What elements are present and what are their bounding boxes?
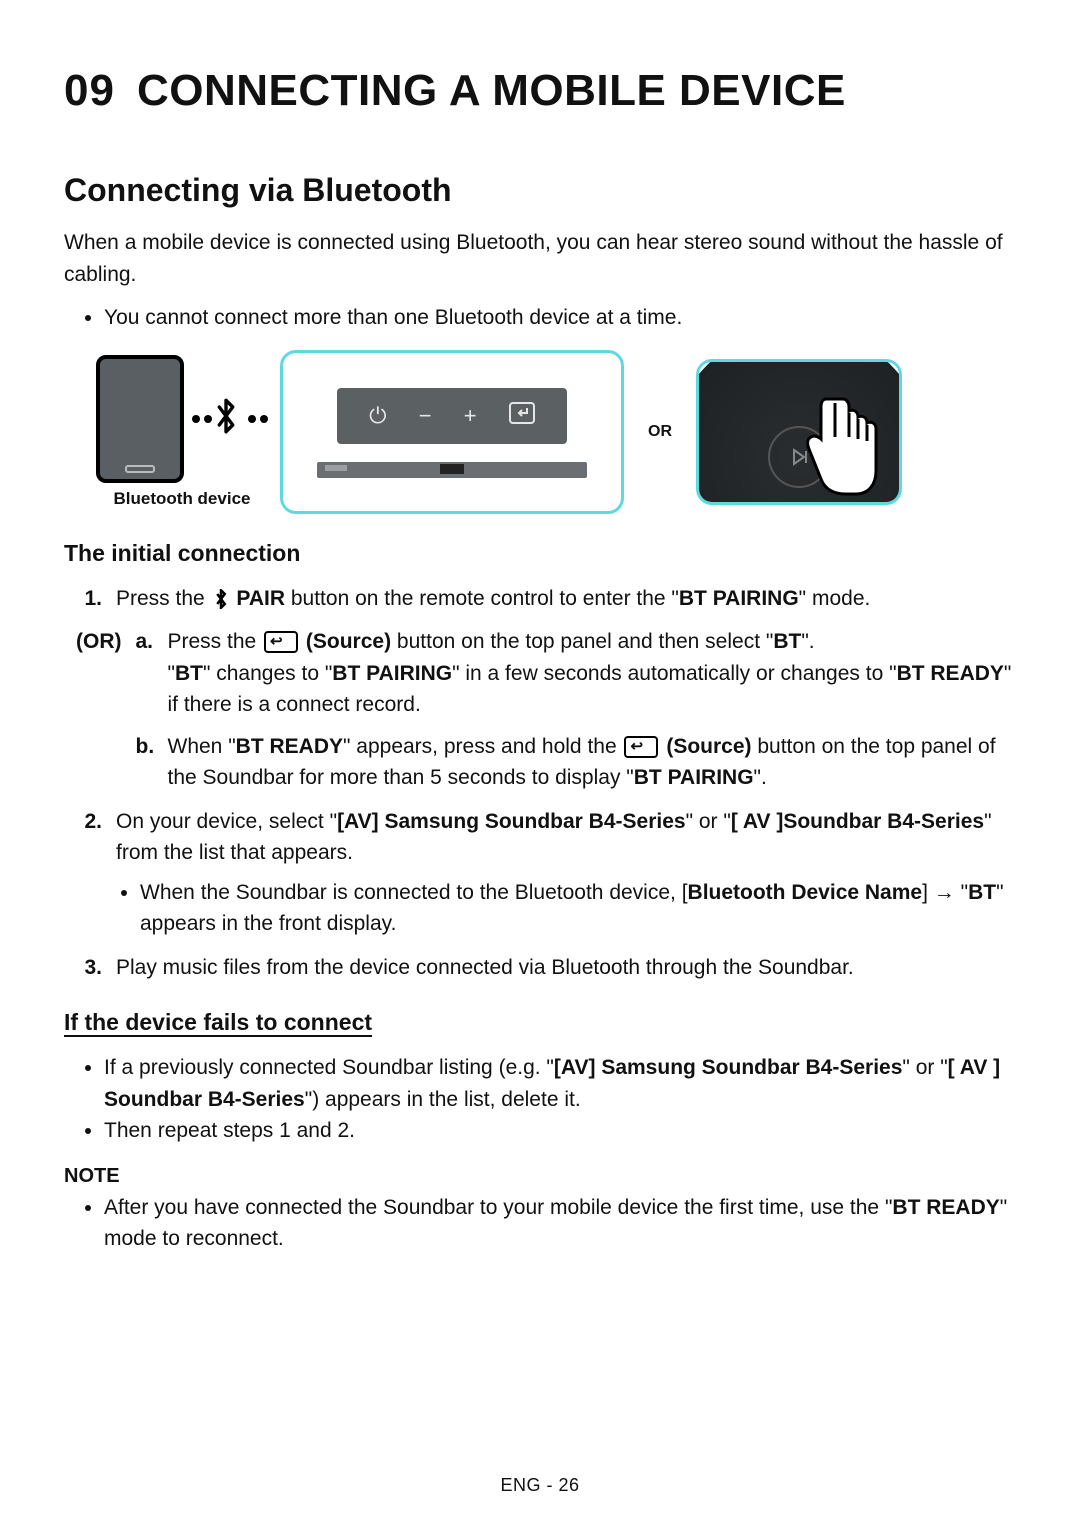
or-label: OR (648, 423, 672, 441)
step-or: (OR) a. Press the (Source) button on the… (76, 626, 1016, 794)
substep-label: b. (136, 731, 156, 794)
substep-a: a. Press the (Source) button on the top … (136, 626, 1017, 721)
step-number: 1. (76, 583, 102, 615)
bluetooth-icon (213, 589, 229, 609)
soundbar-body (317, 462, 587, 478)
hand-icon (791, 389, 881, 504)
illustration-row: Bluetooth device ⏻ − + OR (96, 350, 1016, 514)
page: 09 CONNECTING A MOBILE DEVICE Connecting… (0, 0, 1080, 1532)
note-item: After you have connected the Soundbar to… (104, 1192, 1016, 1255)
or-marker: (OR) (76, 626, 122, 658)
bt-dots-right (248, 415, 268, 423)
pair-label: PAIR (236, 587, 285, 610)
step-number: 2. (76, 806, 102, 838)
power-icon: ⏻ (369, 403, 386, 429)
step-1: 1. Press the PAIR button on the remote c… (76, 583, 1016, 615)
chapter-heading: 09 CONNECTING A MOBILE DEVICE (64, 66, 1016, 116)
source-icon (264, 631, 298, 653)
chapter-title: CONNECTING A MOBILE DEVICE (137, 66, 846, 116)
step-3: 3. Play music files from the device conn… (76, 952, 1016, 984)
step-2-bullet: When the Soundbar is connected to the Bl… (140, 877, 1016, 940)
fails-list: If a previously connected Soundbar listi… (64, 1052, 1016, 1147)
step-3-text: Play music files from the device connect… (116, 952, 854, 984)
chapter-number: 09 (64, 66, 115, 116)
illustration-touch (696, 359, 902, 505)
page-footer: ENG - 26 (0, 1475, 1080, 1496)
section-title: Connecting via Bluetooth (64, 172, 1016, 209)
step-number: 3. (76, 952, 102, 984)
bt-device-label: Bluetooth device (96, 489, 268, 509)
step-2-text: On your device, select "[AV] Samsung Sou… (116, 810, 992, 865)
soundbar-control-panel: ⏻ − + (337, 388, 567, 444)
phone-icon (96, 355, 184, 483)
intro-bullet-item: You cannot connect more than one Bluetoo… (104, 302, 1016, 334)
note-label: NOTE (64, 1165, 1016, 1188)
step-2-bullets: When the Soundbar is connected to the Bl… (116, 877, 1016, 940)
plus-icon: + (464, 403, 477, 429)
subsection-initial-connection: The initial connection (64, 540, 1016, 567)
substep-label: a. (136, 626, 156, 721)
source-icon (624, 736, 658, 758)
fails-item-2: Then repeat steps 1 and 2. (104, 1115, 1016, 1147)
steps-list: 1. Press the PAIR button on the remote c… (76, 583, 1016, 984)
illustration-phone: Bluetooth device (96, 355, 268, 509)
step-1-text: Press the PAIR button on the remote cont… (116, 583, 870, 615)
bt-dots-left (192, 415, 212, 423)
fails-item-1: If a previously connected Soundbar listi… (104, 1052, 1016, 1115)
bluetooth-icon (212, 398, 240, 440)
minus-icon: − (419, 403, 432, 429)
source-icon (509, 402, 535, 430)
illustration-soundbar-panel: ⏻ − + (280, 350, 624, 514)
intro-bullets: You cannot connect more than one Bluetoo… (64, 302, 1016, 334)
step-2: 2. On your device, select "[AV] Samsung … (76, 806, 1016, 940)
substep-b: b. When "BT READY" appears, press and ho… (136, 731, 1017, 794)
substep-a-text: Press the (Source) button on the top pan… (168, 626, 1017, 721)
intro-paragraph: When a mobile device is connected using … (64, 227, 1016, 290)
substep-b-text: When "BT READY" appears, press and hold … (168, 731, 1017, 794)
subsection-fails-to-connect: If the device fails to connect (64, 1009, 1016, 1036)
note-list: After you have connected the Soundbar to… (64, 1192, 1016, 1255)
